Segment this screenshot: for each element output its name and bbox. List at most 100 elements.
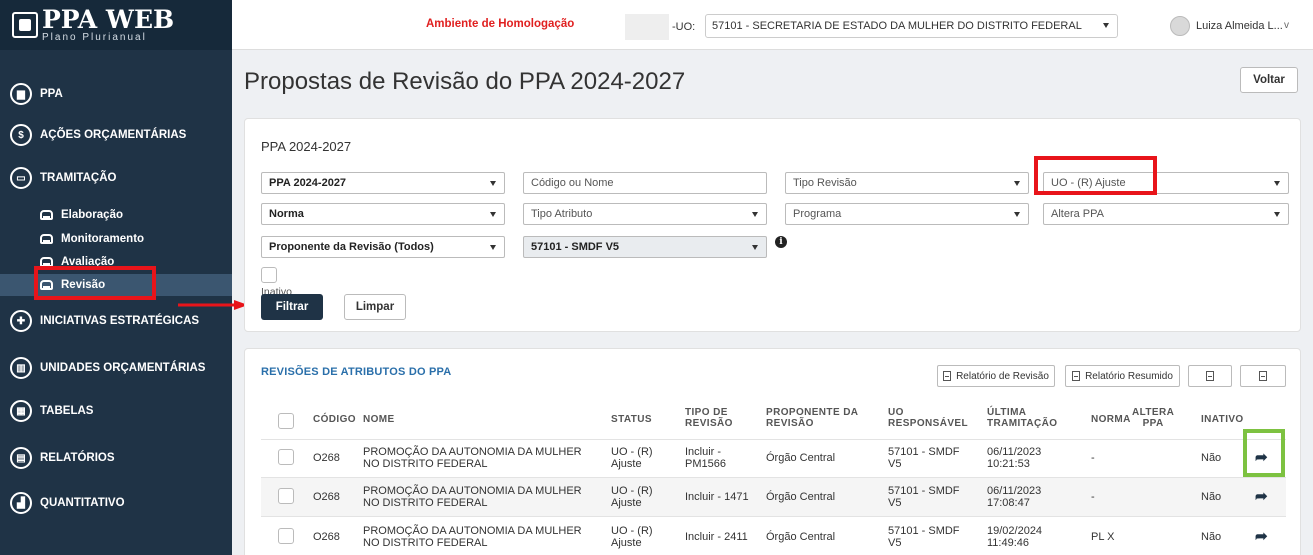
cell-proponente: Órgão Central [766,491,836,503]
header-altera-ppa[interactable]: ALTERA PPA [1132,407,1174,429]
cell-uo: 57101 - SMDF V5 [888,446,960,470]
logo-title: PPA WEB [42,5,175,34]
bar-chart-icon: ▟ [10,492,32,514]
caret-down-icon [490,181,496,186]
uo-label: -UO: [672,21,696,33]
header-norma[interactable]: NORMA [1091,414,1131,426]
sidebar-subitem-elaboracao[interactable]: Elaboração [0,204,232,226]
norma-select[interactable]: Norma [261,203,505,225]
cell-tipo-revisao: Incluir - 1471 [685,491,749,503]
cell-nome: PROMOÇÃO DA AUTONOMIA DA MULHER NO DISTRI… [363,485,582,509]
sidebar-item-iniciativas-estrategicas[interactable]: ✚ INICIATIVAS ESTRATÉGICAS [0,306,232,336]
cell-inativo: Não [1201,491,1222,503]
cell-nome-line2: NO DISTRITO FEDERAL [363,536,488,549]
header-status[interactable]: STATUS [611,414,652,426]
cell-status-line1: UO - (R) [611,446,653,458]
user-name[interactable]: Luiza Almeida L... [1196,20,1283,32]
bank-icon: ▥ [10,357,32,379]
sidebar-item-relatorios[interactable]: ▤ RELATÓRIOS [0,443,232,473]
ppa-select-value: PPA 2024-2027 [269,177,347,189]
cell-uo-line1: 57101 - SMDF [888,525,960,537]
filter-button[interactable]: Filtrar [261,294,323,320]
header-tipo-revisao[interactable]: TIPO DE REVISÃO [685,407,733,429]
inativo-checkbox[interactable] [261,267,277,283]
uo-select[interactable]: 57101 - SECRETARIA DE ESTADO DA MULHER D… [705,14,1118,38]
chevron-down-icon[interactable]: v [1284,20,1289,31]
cell-proponente: Órgão Central [766,531,836,543]
cell-nome: PROMOÇÃO DA AUTONOMIA DA MULHER NO DISTRI… [363,446,582,470]
programa-select[interactable]: Programa [785,203,1029,225]
header-ultima-tramitacao[interactable]: ÚLTIMA TRAMITAÇÃO [987,407,1057,429]
altera-ppa-select[interactable]: Altera PPA [1043,203,1289,225]
cell-uo: 57101 - SMDF V5 [888,525,960,549]
header-divider [261,439,1286,440]
cell-status-line2: Ajuste [611,496,642,509]
export-pdf-button[interactable] [1188,365,1232,387]
clear-button[interactable]: Limpar [344,294,406,320]
sidebar-item-label: AÇÕES ORÇAMENTÁRIAS [40,129,187,141]
ppa-select[interactable]: PPA 2024-2027 [261,172,505,194]
header-proponente[interactable]: PROPONENTE DA REVISÃO [766,407,858,429]
sidebar-subitem-monitoramento[interactable]: Monitoramento [0,228,232,250]
sidebar-item-ppa[interactable]: ▆ PPA [0,79,232,109]
avatar[interactable] [1170,16,1190,36]
cell-inativo: Não [1201,531,1222,543]
sidebar-item-tabelas[interactable]: ▦ TABELAS [0,396,232,426]
document-icon [1072,371,1081,381]
puzzle-icon: ✚ [10,310,32,332]
cell-norma: - [1091,452,1095,464]
header-inativo[interactable]: INATIVO [1201,414,1244,426]
header-codigo[interactable]: CÓDIGO [313,414,356,426]
row-divider [261,516,1286,517]
caret-down-icon [752,245,758,250]
sidebar-item-quantitativo[interactable]: ▟ QUANTITATIVO [0,488,232,518]
proponente-value: Proponente da Revisão (Todos) [269,241,434,253]
codigo-nome-input[interactable]: Código ou Nome [523,172,767,194]
uo-code-select[interactable]: 57101 - SMDF V5 [523,236,767,258]
sidebar-item-unidades-orcamentarias[interactable]: ▥ UNIDADES ORÇAMENTÁRIAS [0,353,232,383]
row-checkbox[interactable] [278,488,294,504]
sidebar-item-tramitacao[interactable]: ▭ TRAMITAÇÃO [0,163,232,193]
relatorio-resumido-button[interactable]: Relatório Resumido [1065,365,1180,387]
cell-nome-line2: NO DISTRITO FEDERAL [363,457,488,470]
cell-codigo: O268 [313,452,340,464]
proponente-select[interactable]: Proponente da Revisão (Todos) [261,236,505,258]
inbox-icon [40,234,53,244]
row-checkbox[interactable] [278,449,294,465]
info-icon[interactable]: i [775,236,787,248]
forward-arrow-icon[interactable]: ➦ [1255,487,1268,505]
annotation-arrow [178,300,248,310]
cell-tipo-line1: Incluir - [685,446,722,458]
back-button[interactable]: Voltar [1240,67,1298,93]
inbox-icon [40,210,53,220]
uo-code-value: 57101 - SMDF V5 [531,241,620,253]
cell-norma: - [1091,491,1095,503]
cell-codigo: O268 [313,531,340,543]
export-excel-button[interactable] [1240,365,1286,387]
cell-tipo-line2: PM1566 [685,457,726,470]
header-altera-line2: PPA [1142,417,1164,429]
tipo-revisao-select[interactable]: Tipo Revisão [785,172,1029,194]
header-uo-responsavel[interactable]: UO RESPONSÁVEL [888,407,968,429]
cell-status: UO - (R) Ajuste [611,485,653,509]
select-all-checkbox[interactable] [278,413,294,429]
table-icon: ▦ [10,400,32,422]
sidebar-item-label: UNIDADES ORÇAMENTÁRIAS [40,362,206,374]
row-checkbox[interactable] [278,528,294,544]
sidebar: PPA WEB Plano Plurianual ▆ PPA $ AÇÕES O… [0,0,232,555]
caret-down-icon [752,212,758,217]
book-icon: ▆ [10,83,32,105]
cell-proponente: Órgão Central [766,452,836,464]
sidebar-item-acoes-orcamentarias[interactable]: $ AÇÕES ORÇAMENTÁRIAS [0,120,232,150]
tipo-atributo-select[interactable]: Tipo Atributo [523,203,767,225]
header-nome[interactable]: NOME [363,414,395,426]
logo[interactable]: PPA WEB Plano Plurianual [0,0,232,50]
cell-uo-line1: 57101 - SMDF [888,485,960,497]
relatorio-revisao-button[interactable]: Relatório de Revisão [937,365,1055,387]
sidebar-item-label: RELATÓRIOS [40,452,115,464]
cell-tipo-revisao: Incluir - PM1566 [685,446,726,470]
sidebar-item-label: TRAMITAÇÃO [40,172,117,184]
header-uo-line2: RESPONSÁVEL [888,417,968,429]
forward-arrow-icon[interactable]: ➦ [1255,527,1268,545]
highlight-box-revisao [34,266,156,300]
